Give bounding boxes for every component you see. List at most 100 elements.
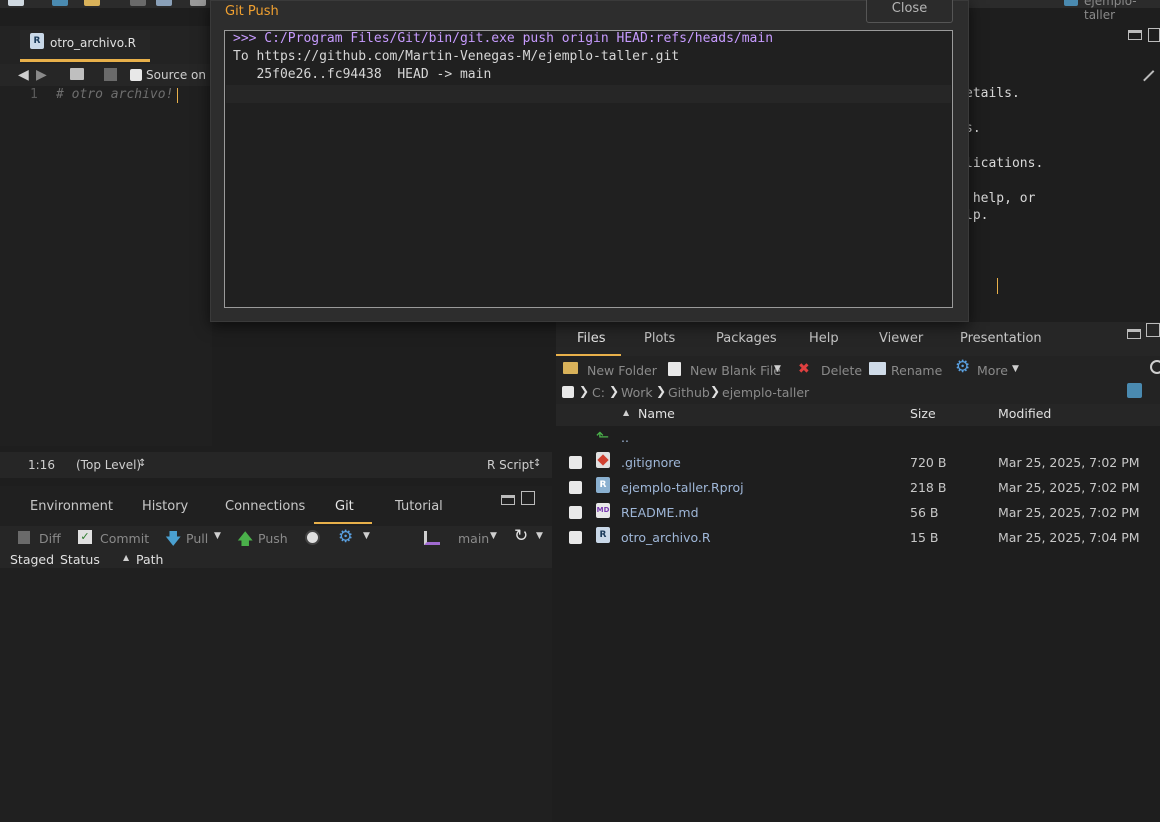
- row-checkbox[interactable]: [569, 506, 582, 519]
- open-folder-icon[interactable]: [84, 0, 100, 6]
- file-name-link[interactable]: .gitignore: [621, 455, 681, 470]
- push-arrow-icon[interactable]: 🡅: [237, 528, 253, 555]
- new-blank-file-button[interactable]: New Blank File: [690, 363, 781, 378]
- file-modified: Mar 25, 2025, 7:02 PM: [998, 480, 1140, 495]
- select-all-checkbox[interactable]: [562, 386, 574, 398]
- diff-icon[interactable]: [18, 531, 30, 544]
- gear-icon[interactable]: ⚙: [338, 527, 353, 547]
- tab-plots[interactable]: Plots: [644, 331, 675, 346]
- tab-tutorial[interactable]: Tutorial: [395, 499, 443, 514]
- refresh-dropdown-icon[interactable]: ▼: [536, 531, 543, 541]
- column-modified[interactable]: Modified: [998, 406, 1051, 421]
- pane-minimize-icon[interactable]: [1127, 329, 1141, 339]
- table-row[interactable]: R ejemplo-taller.Rproj 218 B Mar 25, 202…: [556, 475, 1160, 500]
- more-button[interactable]: More: [977, 363, 1008, 378]
- file-type-chevron-icon[interactable]: ↕: [533, 458, 541, 469]
- console-text-line: lications.: [965, 156, 1044, 171]
- back-arrow-icon[interactable]: ◀: [18, 67, 29, 83]
- tab-environment[interactable]: Environment: [30, 499, 113, 514]
- new-folder-button[interactable]: New Folder: [587, 363, 657, 378]
- diff-button[interactable]: Diff: [39, 531, 61, 546]
- new-folder-icon[interactable]: [563, 362, 578, 374]
- new-branch-icon[interactable]: [424, 531, 440, 545]
- breadcrumb-item[interactable]: ejemplo-taller: [722, 385, 809, 400]
- new-blank-file-dropdown-icon[interactable]: ▼: [774, 364, 781, 374]
- show-in-window-icon[interactable]: [70, 68, 84, 80]
- pane-maximize-icon[interactable]: [1146, 323, 1160, 337]
- scope-selector[interactable]: (Top Level): [76, 458, 141, 472]
- tab-files[interactable]: Files: [577, 331, 606, 346]
- table-row[interactable]: .gitignore 720 B Mar 25, 2025, 7:02 PM: [556, 450, 1160, 475]
- file-name-link[interactable]: ejemplo-taller.Rproj: [621, 480, 744, 495]
- go-to-project-icon[interactable]: [1127, 383, 1142, 398]
- pull-button[interactable]: Pull: [186, 531, 208, 546]
- save-file-icon[interactable]: [104, 68, 117, 81]
- table-row[interactable]: R otro_archivo.R 15 B Mar 25, 2025, 7:04…: [556, 525, 1160, 550]
- pane-maximize-icon[interactable]: [1148, 28, 1160, 42]
- console-pane[interactable]: etails. s. lications. help, or lp.: [953, 60, 1160, 320]
- breadcrumb-item[interactable]: Work: [621, 385, 653, 400]
- file-name-link[interactable]: README.md: [621, 505, 699, 520]
- pull-arrow-icon[interactable]: 🡇: [165, 528, 181, 555]
- forward-arrow-icon[interactable]: ▶: [36, 67, 47, 83]
- branch-dropdown-icon[interactable]: ▼: [490, 531, 497, 541]
- more-gear-icon[interactable]: ⚙: [955, 357, 970, 377]
- rename-button[interactable]: Rename: [891, 363, 942, 378]
- tab-git[interactable]: Git: [335, 499, 354, 514]
- gear-dropdown-icon[interactable]: ▼: [363, 531, 370, 541]
- column-staged[interactable]: Staged: [10, 552, 54, 567]
- commit-button[interactable]: Commit: [100, 531, 149, 546]
- file-name-link[interactable]: otro_archivo.R: [621, 530, 711, 545]
- files-refresh-icon[interactable]: [1150, 360, 1160, 374]
- tab-help[interactable]: Help: [809, 331, 839, 346]
- row-checkbox[interactable]: [569, 481, 582, 494]
- push-button[interactable]: Push: [258, 531, 288, 546]
- column-name[interactable]: Name: [638, 406, 675, 421]
- tab-packages[interactable]: Packages: [716, 331, 777, 346]
- new-blank-file-icon[interactable]: [668, 362, 681, 376]
- breadcrumb-item[interactable]: C:: [592, 385, 605, 400]
- tab-connections[interactable]: Connections: [225, 499, 305, 514]
- scope-chevron-icon[interactable]: ↕: [138, 458, 146, 469]
- column-size[interactable]: Size: [910, 406, 936, 421]
- save-all-icon[interactable]: [156, 0, 172, 6]
- table-row[interactable]: MD README.md 56 B Mar 25, 2025, 7:02 PM: [556, 500, 1160, 525]
- rename-icon[interactable]: [869, 362, 886, 375]
- editor-status-bar: 1:16 (Top Level) ↕ R Script ↕: [0, 452, 552, 478]
- git-output-box[interactable]: >>> C:/Program Files/Git/bin/git.exe pus…: [224, 30, 953, 308]
- delete-button[interactable]: Delete: [821, 363, 862, 378]
- new-project-icon[interactable]: [52, 0, 68, 6]
- column-path[interactable]: Path: [136, 552, 163, 567]
- close-button[interactable]: Close: [866, 0, 953, 23]
- tab-presentation[interactable]: Presentation: [960, 331, 1042, 346]
- save-icon[interactable]: [130, 0, 146, 6]
- new-file-icon[interactable]: [8, 0, 24, 6]
- tab-history[interactable]: History: [142, 499, 188, 514]
- clear-console-icon[interactable]: [1143, 70, 1160, 90]
- file-size: 56 B: [910, 505, 939, 520]
- refresh-icon[interactable]: ↻: [514, 526, 528, 546]
- tab-viewer[interactable]: Viewer: [879, 331, 923, 346]
- file-type-selector[interactable]: R Script: [487, 458, 534, 472]
- row-checkbox[interactable]: [569, 456, 582, 469]
- print-icon[interactable]: [190, 0, 206, 6]
- tab-label: otro_archivo.R: [50, 36, 137, 50]
- source-on-save-checkbox[interactable]: [130, 69, 142, 81]
- delete-icon[interactable]: ✖: [798, 361, 810, 377]
- parent-directory-link[interactable]: ..: [621, 430, 629, 445]
- row-checkbox[interactable]: [569, 531, 582, 544]
- pull-dropdown-icon[interactable]: ▼: [214, 531, 221, 541]
- project-label[interactable]: ejemplo-taller: [1084, 0, 1160, 22]
- tab-otro-archivo[interactable]: R otro_archivo.R: [20, 30, 150, 62]
- breadcrumb-item[interactable]: Github: [668, 385, 710, 400]
- column-status[interactable]: Status: [60, 552, 100, 567]
- project-icon[interactable]: [1064, 0, 1078, 6]
- more-dropdown-icon[interactable]: ▼: [1012, 364, 1019, 374]
- parent-directory-row[interactable]: ⬑ ..: [556, 426, 1160, 451]
- pane-minimize-icon[interactable]: [501, 495, 515, 505]
- commit-icon[interactable]: ✓: [78, 530, 92, 544]
- code-editor[interactable]: 1 # otro archivo!: [0, 86, 212, 446]
- branch-selector[interactable]: main: [458, 531, 489, 546]
- history-clock-icon[interactable]: [305, 530, 320, 545]
- pane-maximize-icon[interactable]: [521, 491, 535, 505]
